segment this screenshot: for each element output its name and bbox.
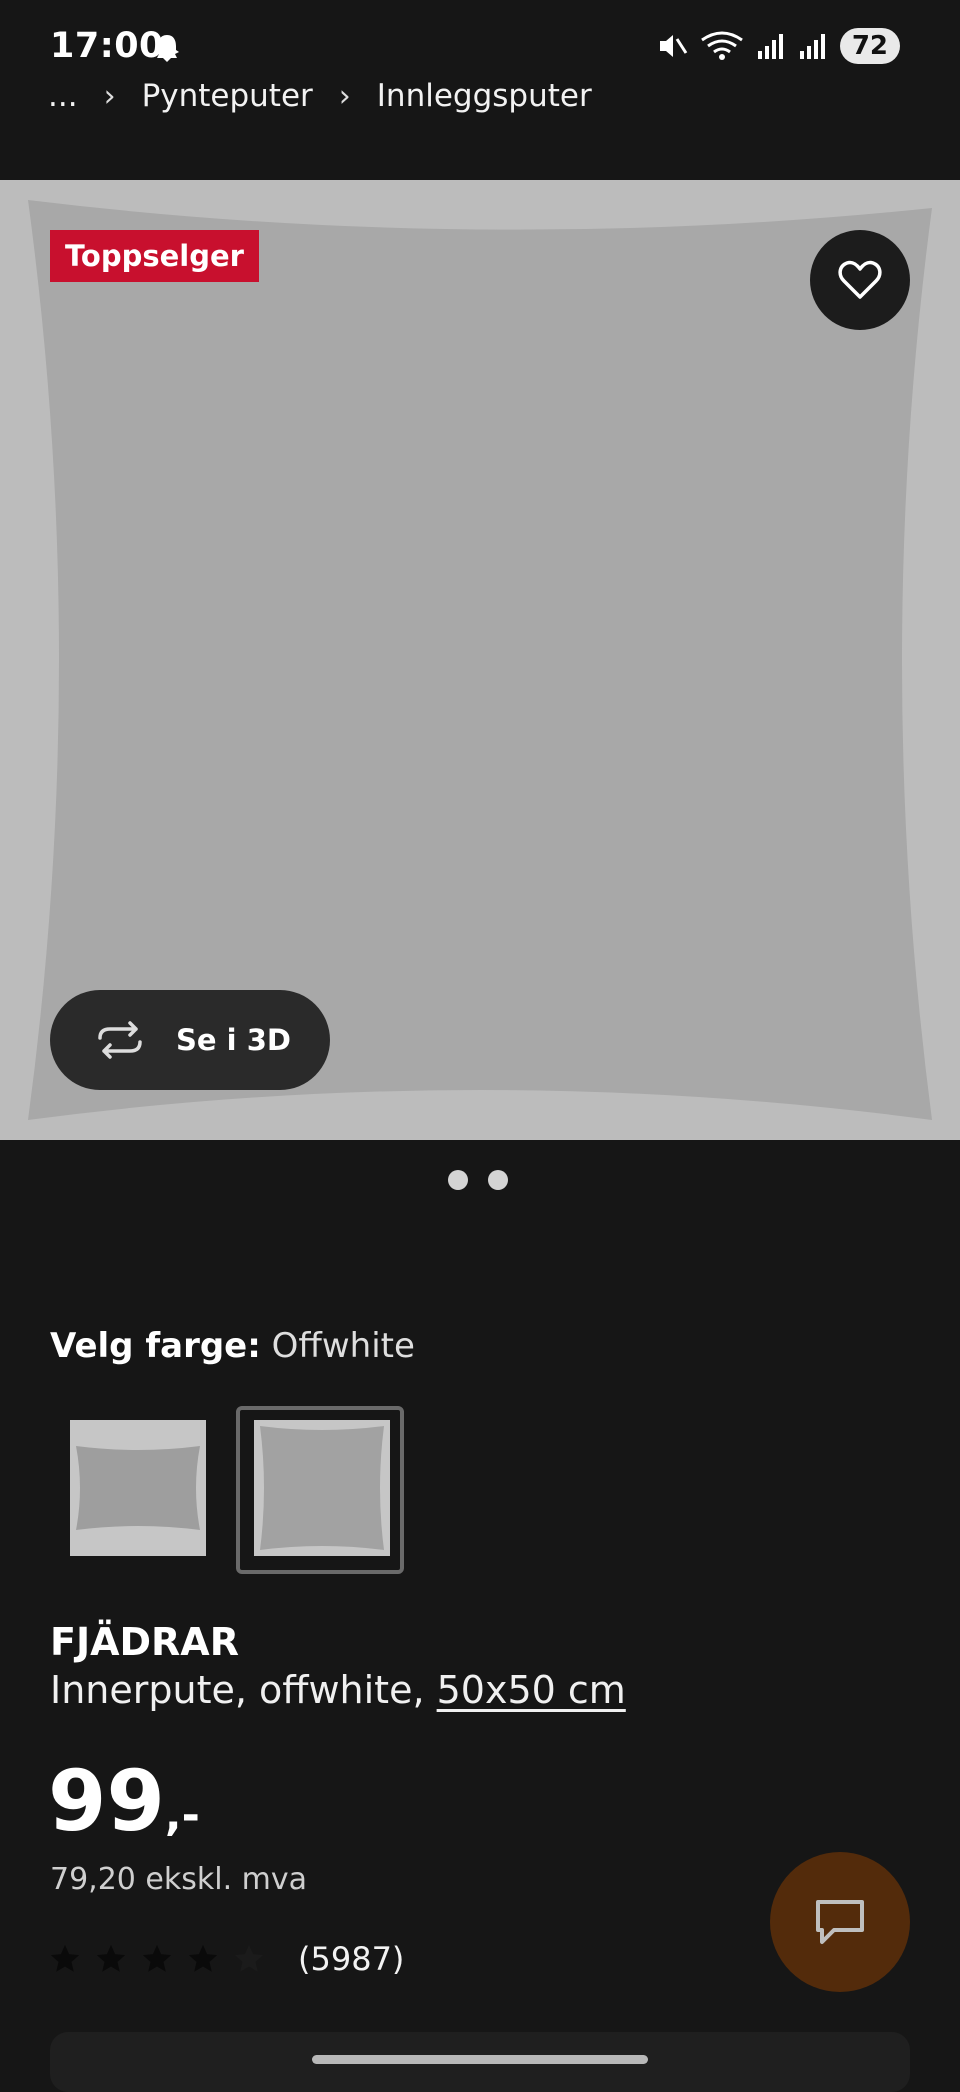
chevron-right-icon: › — [338, 78, 351, 114]
product-rating[interactable]: (5987) — [48, 1940, 404, 1978]
color-swatch-square[interactable] — [254, 1420, 390, 1556]
gallery-pagination — [448, 1170, 508, 1190]
breadcrumb-item-pynteputer[interactable]: Pynteputer — [142, 78, 313, 114]
price-ex-vat: 79,20 ekskl. mva — [50, 1862, 308, 1897]
status-bar: 17:00 72 — [0, 0, 960, 84]
pagination-dot[interactable] — [488, 1170, 508, 1190]
pagination-dot[interactable] — [448, 1170, 468, 1190]
product-description-text: Innerpute, offwhite, — [50, 1668, 437, 1712]
signal-icon — [757, 34, 783, 59]
star-filled-icon — [142, 1944, 172, 1972]
product-size-link[interactable]: 50x50 cm — [437, 1668, 626, 1712]
star-filled-icon — [188, 1944, 218, 1972]
product-price: 99,- — [48, 1752, 200, 1850]
ghost-icon — [155, 35, 179, 62]
signal-icon — [799, 34, 825, 59]
breadcrumb-ellipsis[interactable]: ... — [48, 78, 78, 114]
wifi-icon — [700, 31, 743, 60]
product-name: FJÄDRAR — [50, 1620, 239, 1664]
heart-icon — [838, 260, 882, 299]
color-value: Offwhite — [271, 1326, 415, 1366]
color-selector-label: Velg farge: Offwhite — [50, 1326, 415, 1366]
star-filled-icon — [50, 1944, 80, 1972]
favorite-button[interactable] — [810, 230, 910, 330]
battery-indicator: 72 — [839, 28, 900, 64]
home-indicator[interactable] — [312, 2055, 648, 2064]
star-filled-icon — [96, 1944, 126, 1972]
mute-icon — [659, 35, 688, 57]
toppselger-badge: Toppselger — [50, 230, 259, 282]
chevron-right-icon: › — [103, 78, 116, 114]
color-label: Velg farge: — [50, 1326, 261, 1366]
system-icons: 72 — [656, 28, 900, 64]
pillow-thumbnail — [254, 1420, 390, 1556]
breadcrumb-item-innleggsputer[interactable]: Innleggsputer — [377, 78, 592, 114]
breadcrumb: ... › Pynteputer › Innleggsputer — [48, 78, 592, 114]
status-time: 17:00 — [50, 26, 164, 66]
view-3d-label: Se i 3D — [176, 1023, 291, 1057]
product-description: Innerpute, offwhite, 50x50 cm — [50, 1668, 626, 1712]
rotate-3d-icon — [98, 1021, 142, 1059]
chat-button[interactable] — [770, 1852, 910, 1992]
color-swatch-rectangular[interactable] — [70, 1420, 206, 1556]
price-suffix: ,- — [164, 1790, 200, 1841]
pillow-thumbnail — [70, 1420, 206, 1556]
price-integer: 99 — [48, 1752, 165, 1850]
review-count: (5987) — [298, 1940, 405, 1978]
star-empty-icon — [234, 1944, 264, 1972]
chat-icon — [816, 1900, 864, 1944]
view-3d-button[interactable]: Se i 3D — [50, 990, 330, 1090]
